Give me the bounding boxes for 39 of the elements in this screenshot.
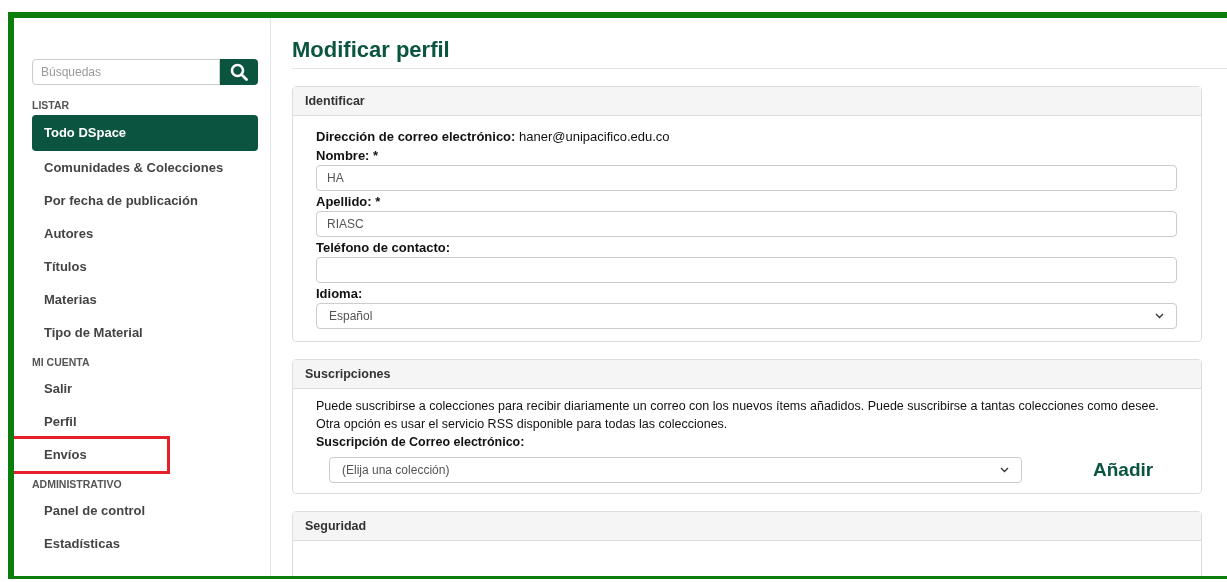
- search-icon: [230, 63, 248, 81]
- email-line: Dirección de correo electrónico: haner@unipacifico.edu.co: [316, 129, 671, 145]
- select-value: (Elija una colección): [342, 462, 450, 479]
- section-heading: LISTAR: [32, 98, 71, 114]
- section-heading: MI CUENTA: [32, 355, 91, 371]
- text-field[interactable]: [316, 257, 1177, 283]
- field-label: Teléfono de contacto:: [316, 240, 452, 256]
- chevron-down-icon: [1000, 467, 1009, 473]
- panel-header: Suscripciones: [293, 360, 1201, 389]
- sidebar-item[interactable]: Salir: [32, 372, 258, 405]
- search-button[interactable]: [220, 59, 258, 85]
- field-label: Idioma:: [316, 286, 364, 302]
- field-label: Nombre: *: [316, 148, 380, 164]
- text-field[interactable]: HA: [316, 165, 1177, 191]
- sidebar-item[interactable]: Panel de control: [32, 494, 258, 527]
- select-value: Español: [329, 308, 373, 325]
- sidebar-item[interactable]: Por fecha de publicación: [32, 184, 258, 217]
- sidebar-item[interactable]: Autores: [32, 217, 258, 250]
- add-link[interactable]: Añadir: [1093, 455, 1154, 485]
- subscription-description: Puede suscribirse a colecciones para recibir diariamente un correo con los nuevos ítems añadidos. Puede suscribirse a tantas colecciones como desee. Otra opción es usar el servicio RSS disponible para todas las colecciones.: [316, 398, 1160, 433]
- search-field[interactable]: Búsquedas: [32, 59, 220, 85]
- collection-select[interactable]: (Elija una colección): [329, 457, 1022, 483]
- chevron-down-icon: [1155, 313, 1164, 319]
- section-heading: ADMINISTRATIVO: [32, 477, 123, 493]
- field-label: Suscripción de Correo electrónico:: [316, 434, 526, 451]
- panel-header: Seguridad: [293, 512, 1201, 542]
- field-label: Apellido: *: [316, 194, 382, 210]
- language-select[interactable]: Español: [316, 303, 1177, 329]
- text-field[interactable]: RIASC: [316, 211, 1177, 237]
- sidebar-item[interactable]: Comunidades & Colecciones: [32, 151, 258, 184]
- panel-header: Identificar: [293, 87, 1201, 116]
- sidebar-item[interactable]: Perfil: [32, 405, 258, 438]
- sidebar-item[interactable]: Títulos: [32, 250, 258, 283]
- page-title: Modificar perfil: [292, 36, 1227, 69]
- sidebar-item[interactable]: Estadísticas: [32, 527, 258, 560]
- sidebar-item[interactable]: Envíos: [32, 438, 258, 471]
- sidebar-item[interactable]: Materias: [32, 283, 258, 316]
- sidebar-item[interactable]: Tipo de Material: [32, 316, 258, 349]
- sidebar-item[interactable]: Todo DSpace: [32, 115, 258, 151]
